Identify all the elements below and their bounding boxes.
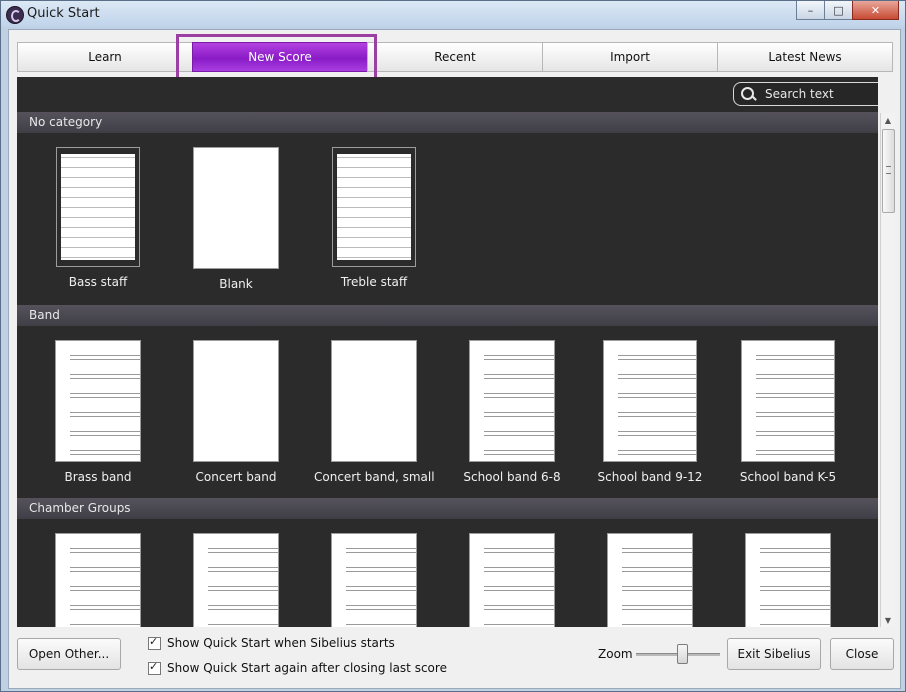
template-thumbnail	[56, 147, 140, 267]
category-header-chamber-groups: Chamber Groups	[17, 498, 878, 519]
template-chamber-2[interactable]	[176, 533, 296, 627]
template-chamber-6[interactable]	[728, 533, 848, 627]
scrollbar-thumb[interactable]	[882, 129, 895, 213]
template-school-band-9-12[interactable]: School band 9-12	[590, 340, 710, 484]
template-label: Concert band, small	[314, 470, 435, 484]
tab-bar: Learn New Score Recent Import Latest New…	[17, 42, 893, 72]
title-bar[interactable]: Quick Start – □ ✕	[1, 1, 905, 27]
template-thumbnail	[332, 147, 416, 267]
zoom-label: Zoom	[598, 647, 633, 661]
close-window-button[interactable]: ✕	[852, 1, 899, 20]
search-input[interactable]: Search text	[765, 87, 834, 101]
checkbox-checked-icon[interactable]	[148, 660, 161, 675]
template-label: Treble staff	[340, 275, 408, 289]
quick-start-window: Quick Start – □ ✕ Learn New Score Recent…	[0, 0, 906, 692]
window-controls: – □ ✕	[796, 1, 899, 20]
scroll-down-arrow-icon[interactable]: ▼	[881, 613, 895, 627]
zoom-slider-handle[interactable]	[676, 644, 688, 664]
template-thumbnail	[745, 533, 831, 627]
tab-learn[interactable]: Learn	[17, 42, 193, 72]
template-brass-band[interactable]: Brass band	[38, 340, 158, 484]
template-concert-band-small[interactable]: Concert band, small	[314, 340, 435, 484]
template-thumbnail	[741, 340, 835, 462]
template-chamber-1[interactable]	[38, 533, 158, 627]
template-label: Bass staff	[68, 275, 128, 289]
tab-new-score[interactable]: New Score	[192, 42, 368, 72]
template-thumbnail	[607, 533, 693, 627]
template-label: Blank	[219, 277, 253, 291]
show-on-start-checkbox[interactable]: Show Quick Start when Sibelius starts	[148, 635, 395, 650]
open-other-button[interactable]: Open Other...	[17, 638, 121, 670]
tab-recent[interactable]: Recent	[367, 42, 543, 72]
minimize-button[interactable]: –	[796, 1, 825, 20]
category-header-no-category: No category	[17, 112, 878, 133]
template-gallery: Search text No category Bass staff Blank…	[17, 77, 878, 627]
template-thumbnail	[193, 533, 279, 627]
template-label: Concert band	[195, 470, 277, 484]
template-thumbnail	[469, 340, 555, 462]
template-thumbnail	[55, 340, 141, 462]
close-button[interactable]: Close	[830, 638, 894, 670]
template-school-band-6-8[interactable]: School band 6-8	[452, 340, 572, 484]
template-school-band-k-5[interactable]: School band K-5	[728, 340, 848, 484]
tab-import[interactable]: Import	[542, 42, 718, 72]
vertical-scrollbar[interactable]: ▲ ▼	[880, 113, 895, 627]
search-box[interactable]: Search text	[733, 82, 878, 106]
show-after-close-label: Show Quick Start again after closing las…	[167, 661, 447, 675]
search-icon	[741, 87, 755, 101]
category-header-band: Band	[17, 305, 878, 326]
window-title: Quick Start	[27, 6, 100, 21]
template-bass-staff[interactable]: Bass staff	[38, 147, 158, 289]
template-thumbnail	[55, 533, 141, 627]
dialog-footer: Open Other... Show Quick Start when Sibe…	[9, 630, 900, 688]
dialog-content: Learn New Score Recent Import Latest New…	[8, 29, 901, 689]
maximize-button[interactable]: □	[824, 1, 853, 20]
template-blank[interactable]: Blank	[176, 147, 296, 291]
scroll-up-arrow-icon[interactable]: ▲	[881, 113, 895, 127]
template-thumbnail	[193, 147, 279, 269]
tab-latest-news[interactable]: Latest News	[717, 42, 893, 72]
show-on-start-label: Show Quick Start when Sibelius starts	[167, 636, 395, 650]
template-label: Brass band	[64, 470, 132, 484]
exit-sibelius-button[interactable]: Exit Sibelius	[727, 638, 821, 670]
template-thumbnail	[331, 533, 417, 627]
template-thumbnail	[603, 340, 697, 462]
template-chamber-3[interactable]	[314, 533, 434, 627]
template-label: School band 6-8	[463, 470, 561, 484]
checkbox-checked-icon[interactable]	[148, 635, 161, 650]
sibelius-app-icon	[6, 6, 24, 24]
template-thumbnail	[469, 533, 555, 627]
template-chamber-4[interactable]	[452, 533, 572, 627]
template-concert-band[interactable]: Concert band	[176, 340, 296, 484]
template-chamber-5[interactable]	[590, 533, 710, 627]
show-after-close-checkbox[interactable]: Show Quick Start again after closing las…	[148, 660, 447, 675]
template-label: School band K-5	[739, 470, 837, 484]
template-thumbnail	[193, 340, 279, 462]
template-label: School band 9-12	[597, 470, 703, 484]
template-treble-staff[interactable]: Treble staff	[314, 147, 434, 289]
template-thumbnail	[331, 340, 417, 462]
